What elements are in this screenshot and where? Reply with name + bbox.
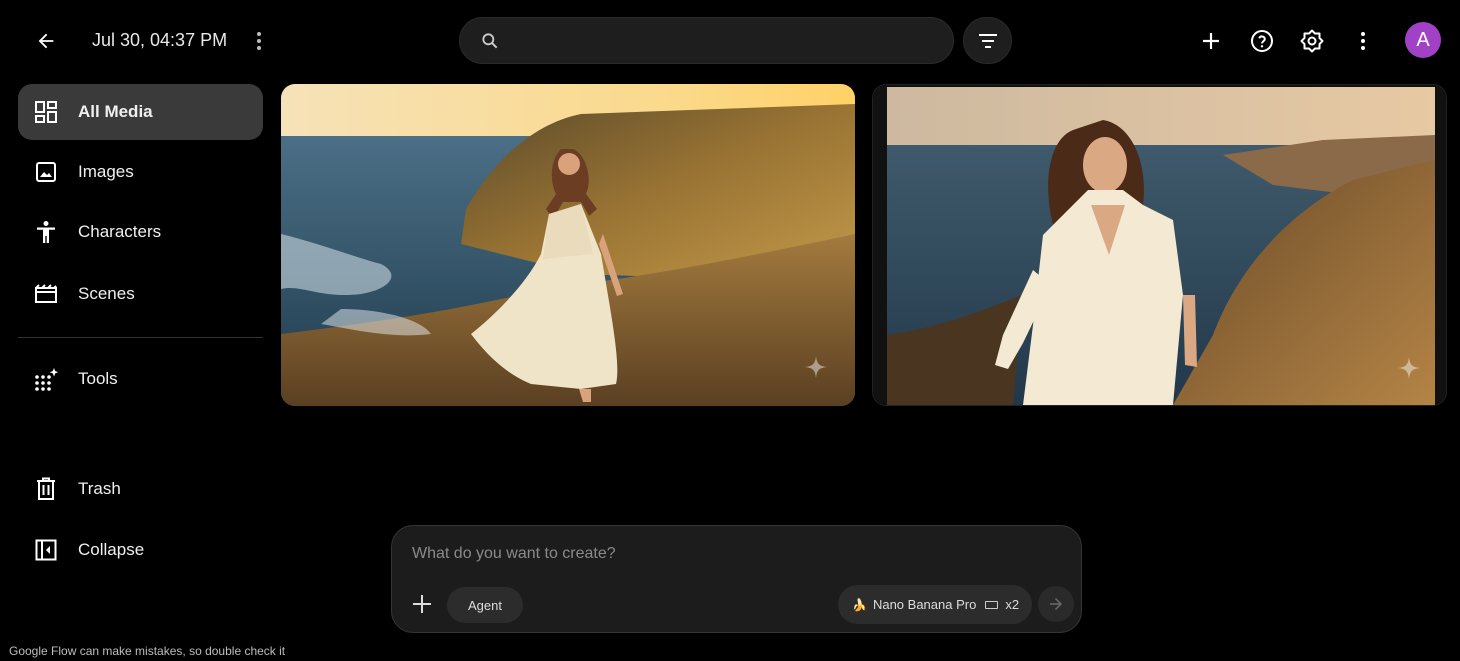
person-icon	[32, 218, 60, 246]
search-input[interactable]	[512, 32, 932, 49]
sidebar-item-collapse[interactable]: Collapse	[18, 522, 263, 578]
sidebar-item-images[interactable]: Images	[18, 144, 263, 200]
media-image	[281, 84, 855, 406]
project-title: Jul 30, 04:37 PM	[92, 30, 228, 50]
sidebar-item-scenes[interactable]: Scenes	[18, 266, 263, 322]
search-bar[interactable]	[459, 17, 954, 64]
avatar[interactable]: A	[1405, 22, 1441, 58]
banana-icon: 🍌	[852, 597, 867, 612]
media-tile[interactable]	[281, 84, 855, 406]
sidebar-item-tools[interactable]: Tools	[18, 351, 263, 407]
new-project-button[interactable]	[1191, 21, 1231, 61]
gear-icon	[1300, 29, 1324, 53]
sidebar-item-label: Characters	[78, 222, 162, 241]
settings-button[interactable]	[1292, 21, 1332, 61]
sidebar-item-trash[interactable]: Trash	[18, 461, 263, 517]
sparkle-icon	[1398, 357, 1420, 379]
add-media-button[interactable]	[406, 588, 438, 620]
sidebar-item-label: Trash	[78, 479, 121, 498]
sidebar-item-label: Images	[78, 162, 134, 181]
plus-icon	[413, 595, 431, 613]
media-image	[873, 85, 1446, 405]
grid-icon	[32, 98, 60, 126]
arrow-right-icon	[1050, 598, 1062, 610]
output-count: x2	[1005, 597, 1020, 612]
image-icon	[32, 158, 60, 186]
collapse-sidebar-icon	[32, 536, 60, 564]
prompt-composer: Agent 🍌 Nano Banana Pro x2	[391, 525, 1082, 633]
arrow-left-icon	[38, 33, 54, 49]
sidebar-item-characters[interactable]: Characters	[18, 204, 263, 260]
disclaimer-text: Google Flow can make mistakes, so double…	[9, 644, 286, 658]
prompt-input[interactable]	[412, 545, 1052, 563]
sidebar-item-label: Scenes	[78, 284, 135, 303]
project-menu-button[interactable]	[246, 24, 272, 58]
sidebar-item-all-media[interactable]: All Media	[18, 84, 263, 140]
plus-icon	[1203, 33, 1219, 49]
filter-button[interactable]	[963, 17, 1012, 64]
flow-app: Jul 30, 04:37 PM A All Media Images Char…	[0, 0, 1460, 661]
search-icon	[482, 32, 498, 48]
back-button[interactable]	[26, 21, 66, 61]
clapperboard-icon	[32, 280, 60, 308]
sidebar-divider	[18, 337, 263, 338]
trash-icon	[32, 475, 60, 503]
model-label: Nano Banana Pro	[872, 597, 977, 612]
sidebar-item-label: All Media	[78, 102, 153, 121]
sparkle-icon	[805, 356, 827, 378]
more-vertical-icon	[1361, 32, 1365, 50]
help-button[interactable]	[1242, 21, 1282, 61]
sidebar-item-label: Tools	[78, 369, 118, 388]
more-options-button[interactable]	[1343, 21, 1383, 61]
filter-icon	[978, 33, 997, 48]
agent-chip[interactable]: Agent	[447, 587, 523, 623]
aspect-ratio-icon	[985, 600, 999, 609]
model-selector[interactable]: 🍌 Nano Banana Pro x2	[838, 585, 1032, 624]
media-tile[interactable]	[872, 84, 1447, 406]
tools-sparkle-icon	[32, 365, 60, 393]
more-vertical-icon	[257, 32, 261, 50]
sidebar-item-label: Collapse	[78, 540, 145, 559]
help-icon	[1251, 30, 1273, 52]
send-button[interactable]	[1038, 586, 1074, 622]
